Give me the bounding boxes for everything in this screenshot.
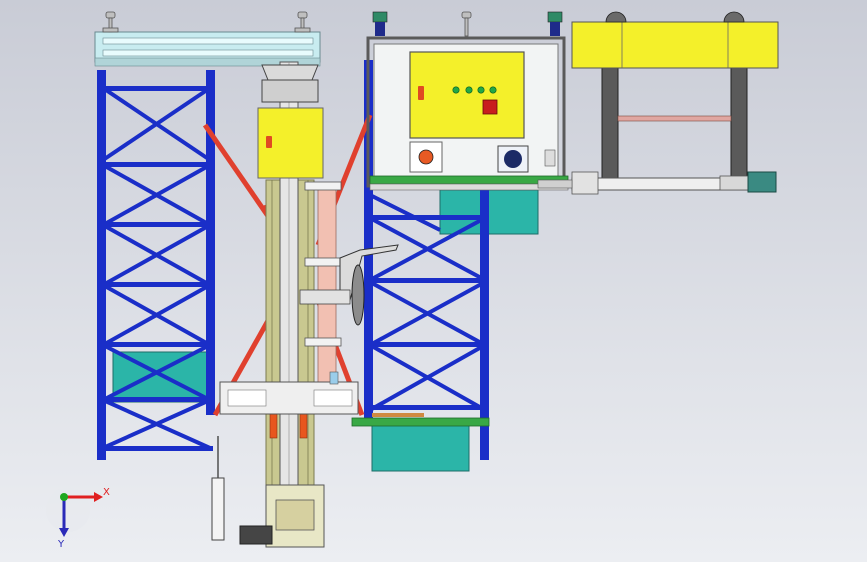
mast-top-head bbox=[261, 64, 319, 81]
linear-axis-motor bbox=[747, 171, 777, 193]
lower-shelf-rail bbox=[351, 417, 490, 427]
indicator-light-2 bbox=[465, 86, 473, 94]
control-cabinet-frame bbox=[366, 11, 569, 191]
gantry-yellow-beam bbox=[571, 21, 779, 69]
assembly-drawing[interactable]: X Y bbox=[0, 0, 867, 562]
right-rack-bin-lower bbox=[371, 424, 470, 472]
gripper-pad bbox=[351, 264, 365, 326]
cabinet-handle bbox=[418, 86, 424, 100]
left-rack-top-beam bbox=[94, 31, 321, 63]
indicator-light-4 bbox=[489, 86, 497, 94]
pneumatic-cylinder bbox=[211, 477, 225, 541]
indicator-light-3 bbox=[477, 86, 485, 94]
gantry-right-post bbox=[730, 65, 748, 187]
left-rack-upright-right bbox=[206, 70, 215, 415]
indicator-light-1 bbox=[452, 86, 460, 94]
gantry-left-post bbox=[601, 65, 619, 187]
y-axis-label: Y bbox=[57, 539, 65, 550]
left-rack-upright-left bbox=[97, 70, 106, 460]
cabinet-gear-icon bbox=[418, 149, 434, 165]
emergency-stop bbox=[482, 99, 498, 115]
base-motor bbox=[239, 525, 273, 545]
x-axis-label: X bbox=[103, 487, 110, 498]
cad-viewport[interactable]: X Y bbox=[0, 0, 867, 562]
main-control-box bbox=[409, 51, 525, 139]
